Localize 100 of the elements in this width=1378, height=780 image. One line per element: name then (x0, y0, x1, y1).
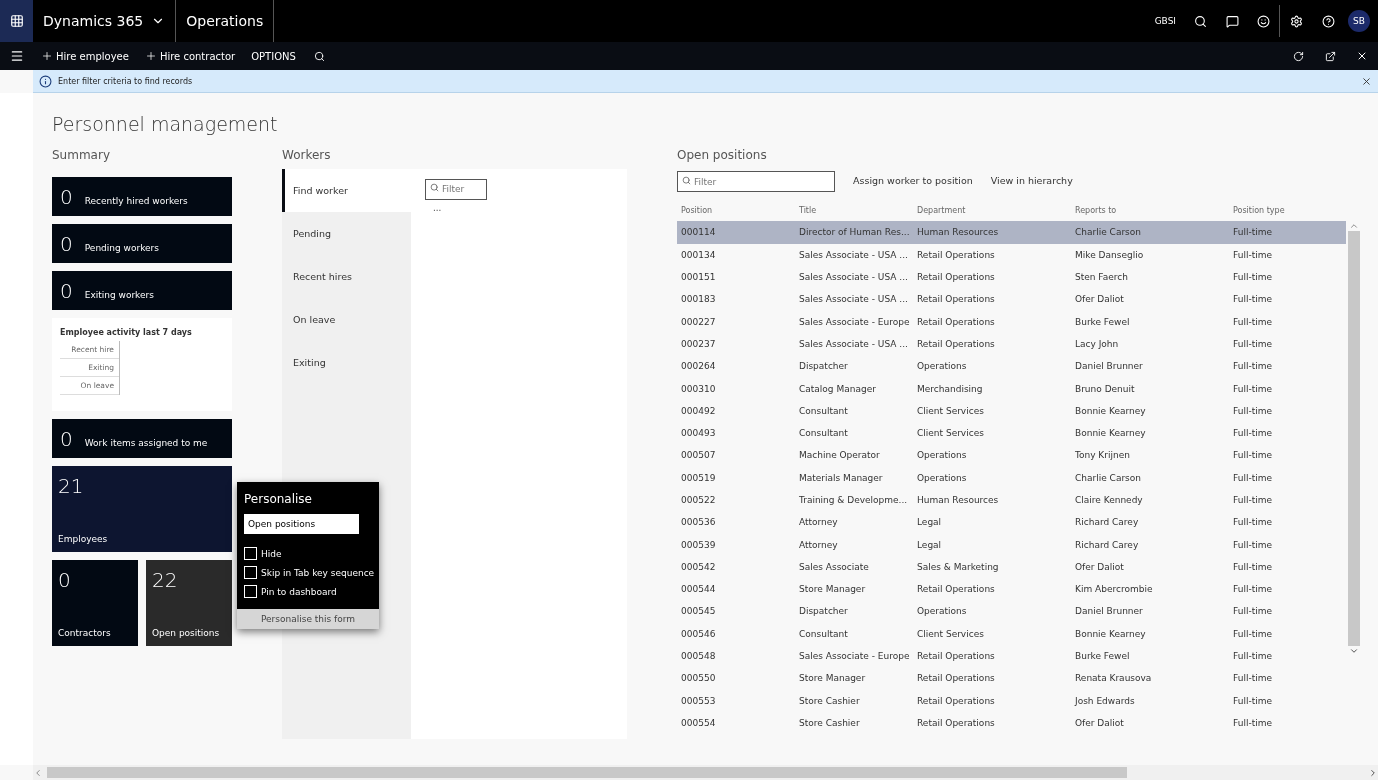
company-label[interactable]: GBSI (1154, 16, 1176, 26)
table-row[interactable]: 000545 Dispatcher Operations Daniel Brunner Full-time (677, 600, 1346, 623)
worker-tab[interactable]: Pending (282, 212, 411, 255)
table-cell-text: Consultant (799, 628, 849, 639)
table-row[interactable]: 000542 Sales Associate Sales & Marketing Ofer Daliot Full-time (677, 555, 1346, 579)
count-tile[interactable]: 0 Pending workers (52, 224, 232, 263)
table-cell-text: Ofer Daliot (1075, 561, 1125, 572)
scroll-down-icon[interactable] (1349, 646, 1359, 656)
checkbox-option[interactable]: Pin to dashboard (237, 582, 379, 601)
checkbox-option[interactable]: Hide (237, 544, 379, 563)
column-header[interactable]: Position (681, 205, 799, 215)
column-header[interactable]: Department (917, 205, 1075, 215)
table-cell-text: 000536 (681, 517, 717, 528)
table-row[interactable]: 000553 Store Cashier Retail Operations Josh Edwards Full-time (677, 689, 1346, 712)
table-cell-text: 000554 (681, 717, 717, 728)
table-cell-text: 000539 (681, 539, 717, 550)
table-row[interactable]: 000539 Attorney Legal Richard Carey Full-time (677, 533, 1346, 556)
table-cell-text: Full-time (1233, 673, 1273, 684)
action-button[interactable]: Hire contractor (136, 42, 244, 70)
table-row[interactable]: 000151 Sales Associate - USA ... Retail Operations Sten Faerch Full-time (677, 265, 1346, 289)
table-cell-text: Richard Carey (1075, 517, 1140, 528)
table-cell-text: Sales Associate - Europe (799, 651, 911, 662)
table-cell-text: 000553 (681, 695, 717, 706)
table-row[interactable]: 000554 Store Cashier Retail Operations Ofer Daliot Full-time (677, 711, 1346, 735)
table-row[interactable]: 000227 Sales Associate - Europe Retail Operations Burke Fewel Full-time (677, 310, 1346, 333)
scrollbar-thumb[interactable] (47, 767, 1127, 778)
table-cell-text: Sales Associate - Europe (799, 316, 911, 327)
count-tile[interactable]: 0 Exiting workers (52, 271, 232, 310)
count-tile[interactable]: 0 Contractors (52, 560, 138, 646)
toolbar-button[interactable]: Assign worker to position (853, 174, 973, 186)
count-tile[interactable]: 0 Work items assigned to me (52, 419, 232, 458)
worker-tab[interactable]: On leave (282, 298, 411, 341)
user-avatar[interactable]: SB (1348, 10, 1370, 32)
table-cell-text: Daniel Brunner (1075, 606, 1144, 617)
table-cell-text: 000183 (681, 294, 717, 305)
table-row[interactable]: 000519 Materials Manager Operations Charlie Carson Full-time (677, 466, 1346, 489)
table-cell-text: Retail Operations (917, 717, 996, 728)
section-heading: Summary (52, 147, 111, 164)
checkbox[interactable] (244, 585, 257, 598)
table-cell-text: Renata Krausova (1075, 673, 1153, 684)
table-cell-text: Full-time (1233, 517, 1273, 528)
table-row[interactable]: 000522 Training & Developme... Human Resources Claire Kennedy Full-time (677, 488, 1346, 512)
table-cell-text: Operations (917, 472, 968, 483)
product-name[interactable]: Dynamics 365 (43, 13, 144, 29)
table-cell-text: 000546 (681, 628, 717, 639)
table-cell-text: Kim Abercrombie (1075, 584, 1154, 595)
count-tile[interactable]: 0 Recently hired workers (52, 177, 232, 216)
table-cell-text: Client Services (917, 428, 985, 439)
table-cell-text: 000134 (681, 249, 717, 260)
column-header[interactable]: Title (799, 205, 917, 215)
option-label: Hide (261, 548, 282, 559)
table-cell-text: Bonnie Kearney (1075, 428, 1147, 439)
close-icon[interactable] (1361, 75, 1372, 87)
table-row[interactable]: 000492 Consultant Client Services Bonnie Kearney Full-time (677, 399, 1346, 422)
filter-field[interactable]: Filter (425, 178, 487, 200)
table-row[interactable]: 000134 Sales Associate - USA ... Retail Operations Mike Danseglio Full-time (677, 243, 1346, 266)
table-row[interactable]: 000507 Machine Operator Operations Tony Krijnen Full-time (677, 444, 1346, 467)
worker-tab[interactable]: Exiting (282, 341, 411, 384)
checkbox-option[interactable]: Skip in Tab key sequence (237, 563, 379, 582)
checkbox[interactable] (244, 566, 257, 579)
personalise-form-button[interactable]: Personalise this form (237, 609, 379, 629)
worker-tab[interactable]: Recent hires (282, 255, 411, 298)
module-name: Operations (186, 13, 264, 29)
table-row[interactable]: 000264 Dispatcher Operations Daniel Brunner Full-time (677, 355, 1346, 378)
name-input-field[interactable]: Open positions (244, 514, 359, 534)
table-cell-text: Mike Danseglio (1075, 249, 1145, 260)
worker-tab[interactable]: Find worker (282, 169, 411, 212)
table-cell-text: Human Resources (917, 495, 1000, 505)
app-launcher-icon[interactable] (0, 0, 33, 42)
table-cell-text: Sales Associate - USA ... (799, 338, 909, 349)
filter-field[interactable]: Filter (677, 171, 835, 192)
option-label: Pin to dashboard (261, 586, 337, 597)
plus-icon (41, 50, 53, 62)
action-button[interactable]: OPTIONS (243, 42, 304, 70)
table-row[interactable]: 000310 Catalog Manager Merchandising Bruno Denuit Full-time (677, 377, 1346, 400)
table-row[interactable]: 000544 Store Manager Retail Operations Kim Abercrombie Full-time (677, 578, 1346, 601)
table-row[interactable]: 000183 Sales Associate - USA ... Retail Operations Ofer Daliot Full-time (677, 288, 1346, 311)
column-header[interactable]: Position type (1233, 205, 1346, 215)
table-cell-text: Bonnie Kearney (1075, 405, 1147, 416)
table-row[interactable]: 000548 Sales Associate - Europe Retail Operations Burke Fewel Full-time (677, 644, 1346, 668)
scroll-right-icon[interactable] (1368, 767, 1378, 778)
table-cell-text: Full-time (1233, 383, 1273, 394)
table-row[interactable]: 000536 Attorney Legal Richard Carey Full-time (677, 511, 1346, 534)
table-cell-text: 000550 (681, 673, 717, 684)
table-row[interactable]: 000493 Consultant Client Services Bonnie Kearney Full-time (677, 421, 1346, 445)
table-cell-text: Retail Operations (917, 294, 996, 305)
action-button[interactable]: Hire employee (33, 42, 137, 70)
count-tile[interactable]: 22 Open positions (146, 560, 232, 646)
more-button[interactable]: ... (425, 202, 465, 213)
table-cell-text: Retail Operations (917, 695, 996, 706)
table-row[interactable]: 000546 Consultant Client Services Bonnie Kearney Full-time (677, 622, 1346, 645)
scrollbar-thumb[interactable] (1348, 231, 1360, 646)
column-header[interactable]: Reports to (1075, 205, 1233, 215)
employees-tile[interactable]: 21 Employees (52, 466, 232, 552)
checkbox[interactable] (244, 547, 257, 560)
toolbar-button[interactable]: View in hierarchy (990, 174, 1073, 186)
table-row[interactable]: 000550 Store Manager Retail Operations Renata Krausova Full-time (677, 667, 1346, 690)
table-row[interactable]: 000114 Director of Human Res... Human Resources Charlie Carson Full-time (677, 221, 1346, 244)
table-cell-text: Dispatcher (799, 361, 849, 372)
table-row[interactable]: 000237 Sales Associate - USA ... Retail Operations Lacy John Full-time (677, 332, 1346, 356)
